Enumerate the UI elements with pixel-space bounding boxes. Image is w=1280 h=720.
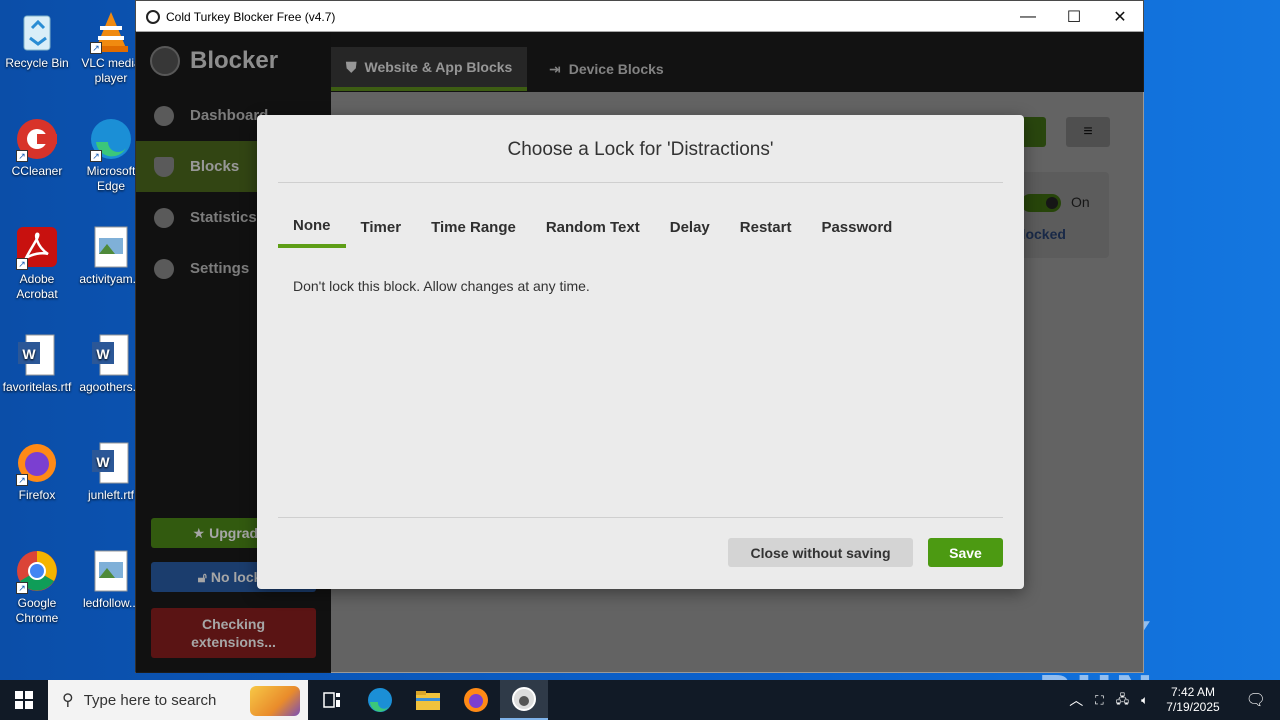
word-document-icon: W bbox=[14, 332, 60, 378]
task-view-button[interactable] bbox=[308, 680, 356, 720]
desktop-icon-label: CCleaner bbox=[11, 164, 63, 178]
shortcut-arrow-icon: ↗ bbox=[16, 474, 28, 486]
save-button[interactable]: Save bbox=[928, 538, 1003, 567]
window-titlebar[interactable]: Cold Turkey Blocker Free (v4.7) bbox=[136, 1, 1143, 32]
task-view-icon bbox=[323, 692, 340, 708]
windows-logo-icon bbox=[15, 691, 33, 709]
tab-password[interactable]: Password bbox=[806, 207, 907, 248]
tab-none[interactable]: None bbox=[278, 207, 346, 248]
start-button[interactable] bbox=[0, 680, 48, 720]
vlc-cone-icon: ↗ bbox=[88, 8, 134, 54]
volume-icon[interactable]: 🔈︎ bbox=[1135, 693, 1154, 708]
close-icon: ✕ bbox=[1113, 8, 1127, 26]
show-hidden-icons-chevron-icon[interactable]: ︿ bbox=[1063, 690, 1089, 710]
svg-text:W: W bbox=[96, 454, 110, 470]
adobe-acrobat-desktop-icon[interactable]: ↗ Adobe Acrobat bbox=[0, 224, 74, 302]
taskbar-edge-button[interactable] bbox=[356, 680, 404, 720]
chrome-desktop-icon[interactable]: ↗ Google Chrome bbox=[0, 548, 74, 626]
folder-icon bbox=[416, 691, 440, 710]
word-document-icon: W bbox=[88, 332, 134, 378]
shortcut-arrow-icon: ↗ bbox=[90, 150, 102, 162]
desktop-icon-label: Adobe Acrobat bbox=[16, 272, 58, 301]
search-placeholder: Type here to search bbox=[83, 691, 217, 709]
desktop-icon-label: Firefox bbox=[18, 488, 56, 502]
close-window-button[interactable]: ✕ bbox=[1097, 1, 1143, 32]
maximize-icon: ☐ bbox=[1066, 8, 1082, 26]
search-highlight-flowers-icon bbox=[250, 686, 300, 716]
tab-time-range[interactable]: Time Range bbox=[416, 207, 531, 248]
notification-center-icon[interactable]: 🗨︎ bbox=[1232, 690, 1280, 710]
edge-icon bbox=[368, 688, 392, 712]
ccleaner-icon: ↗ bbox=[14, 116, 60, 162]
minimize-icon: — bbox=[1020, 7, 1036, 25]
maximize-button[interactable]: ☐ bbox=[1051, 1, 1097, 32]
desktop-icon-label: favoritelas.rtf bbox=[2, 380, 72, 394]
svg-text:W: W bbox=[22, 346, 36, 362]
clock-time: 7:42 AM bbox=[1170, 685, 1215, 699]
clock-date: 7/19/2025 bbox=[1166, 700, 1220, 714]
word-file-desktop-icon[interactable]: W favoritelas.rtf bbox=[0, 332, 74, 395]
taskbar-file-explorer-button[interactable] bbox=[404, 680, 452, 720]
svg-text:W: W bbox=[96, 346, 110, 362]
ccleaner-desktop-icon[interactable]: ↗ CCleaner bbox=[0, 116, 74, 179]
divider bbox=[278, 517, 1003, 518]
search-icon: ⚲ bbox=[62, 692, 74, 709]
taskbar-clock[interactable]: 7:42 AM 7/19/2025 bbox=[1154, 685, 1231, 715]
chrome-icon: ↗ bbox=[14, 548, 60, 594]
desktop-icon-label: Recycle Bin bbox=[5, 56, 69, 70]
ethernet-icon[interactable]: 🖧︎ bbox=[1110, 690, 1135, 711]
network-status-icon[interactable]: ⛶ bbox=[1089, 693, 1109, 708]
system-tray: ︿ ⛶ 🖧︎ 🔈︎ 7:42 AM 7/19/2025 🗨︎ bbox=[1063, 680, 1280, 720]
divider bbox=[278, 182, 1003, 183]
recycle-bin-desktop-icon[interactable]: Recycle Bin bbox=[0, 8, 74, 71]
firefox-icon bbox=[464, 688, 488, 712]
lock-dialog: Choose a Lock for 'Distractions' None Ti… bbox=[257, 115, 1024, 589]
shortcut-arrow-icon: ↗ bbox=[16, 582, 28, 594]
firefox-desktop-icon[interactable]: ↗ Firefox bbox=[0, 440, 74, 503]
tab-delay[interactable]: Delay bbox=[655, 207, 725, 248]
taskbar: ⚲ Type here to search ︿ ⛶ 🖧︎ 🔈︎ 7:42 AM … bbox=[0, 680, 1280, 720]
word-document-icon: W bbox=[88, 440, 134, 486]
shortcut-arrow-icon: ↗ bbox=[90, 42, 102, 54]
image-file-icon bbox=[88, 224, 134, 270]
recycle-bin-icon bbox=[14, 8, 60, 54]
taskbar-firefox-button[interactable] bbox=[452, 680, 500, 720]
shortcut-arrow-icon: ↗ bbox=[16, 150, 28, 162]
image-file-icon bbox=[88, 548, 134, 594]
cold-turkey-app-icon bbox=[146, 9, 160, 24]
shortcut-arrow-icon: ↗ bbox=[16, 258, 28, 270]
window-title: Cold Turkey Blocker Free (v4.7) bbox=[166, 9, 336, 24]
close-without-saving-button[interactable]: Close without saving bbox=[728, 538, 913, 567]
lock-description: Don't lock this block. Allow changes at … bbox=[293, 278, 590, 294]
taskbar-search-box[interactable]: ⚲ Type here to search bbox=[48, 680, 308, 720]
tab-random-text[interactable]: Random Text bbox=[531, 207, 655, 248]
acrobat-icon: ↗ bbox=[14, 224, 60, 270]
tab-timer[interactable]: Timer bbox=[346, 207, 417, 248]
cold-turkey-icon bbox=[512, 687, 536, 711]
taskbar-cold-turkey-button[interactable] bbox=[500, 680, 548, 720]
desktop-icon-label: Google Chrome bbox=[15, 596, 59, 625]
lock-type-tabs: None Timer Time Range Random Text Delay … bbox=[278, 207, 907, 248]
firefox-icon: ↗ bbox=[14, 440, 60, 486]
dialog-title: Choose a Lock for 'Distractions' bbox=[507, 139, 774, 160]
tab-restart[interactable]: Restart bbox=[725, 207, 807, 248]
minimize-button[interactable]: — bbox=[1005, 1, 1051, 32]
edge-icon: ↗ bbox=[88, 116, 134, 162]
